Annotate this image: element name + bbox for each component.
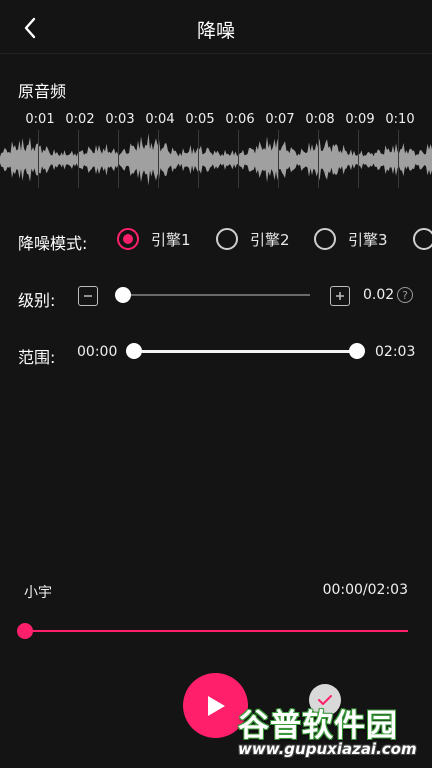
range-start-handle[interactable] [126, 343, 142, 359]
time-tick-line [318, 130, 319, 188]
time-tick-line [78, 130, 79, 188]
question-icon[interactable]: ? [397, 287, 413, 303]
time-tick-label: 0:09 [345, 112, 375, 127]
time-tick-label: 0:03 [105, 112, 135, 127]
radio-selected-icon [117, 228, 139, 250]
level-increase-button[interactable] [330, 286, 350, 306]
level-slider-knob[interactable] [115, 287, 131, 303]
time-tick-label: 0:02 [65, 112, 95, 127]
level-label: 级别: [18, 291, 56, 310]
time-tick-line [238, 130, 239, 188]
time-tick-line [278, 130, 279, 188]
time-tick-line [398, 130, 399, 188]
waveform-graphic [0, 133, 432, 186]
app-header: 降噪 [0, 0, 432, 54]
playback-progress-bar[interactable] [24, 630, 408, 632]
track-name: 小宇 [24, 585, 52, 601]
level-value: 0.02 [363, 287, 395, 303]
engine-2-radio[interactable]: 引擎2 [216, 227, 290, 251]
time-tick-line [158, 130, 159, 188]
engine-3-label: 引擎3 [348, 230, 388, 249]
time-tick-label: 0:06 [225, 112, 255, 127]
noise-reduction-screen: 降噪 原音频 0:01 0:02 0:03 0:04 0:05 0:06 0:07 0:08 0… [0, 0, 432, 768]
plus-icon [336, 292, 344, 300]
time-tick-label: 0:04 [145, 112, 175, 127]
level-slider-track[interactable] [123, 294, 310, 296]
original-waveform[interactable]: 0:01 0:02 0:03 0:04 0:05 0:06 0:07 0:08 0:09 0:10 [0, 106, 432, 190]
minus-icon [84, 295, 92, 297]
range-start-time: 00:00 [77, 344, 118, 360]
time-tick-label: 0:10 [385, 112, 415, 127]
watermark-url: www.gupuxiazai.com [238, 740, 417, 758]
watermark-logo: 谷普软件园 www.gupuxiazai.com [236, 700, 432, 768]
engine-1-radio[interactable]: 引擎1 [117, 227, 191, 251]
level-decrease-button[interactable] [78, 286, 98, 306]
engine-1-label: 引擎1 [151, 230, 191, 249]
radio-unselected-icon [413, 228, 432, 250]
time-tick-line [198, 130, 199, 188]
track-time: 00:00/02:03 [322, 582, 408, 598]
time-tick-label: 0:07 [265, 112, 295, 127]
engine-2-label: 引擎2 [250, 230, 290, 249]
range-slider-track[interactable] [134, 350, 357, 353]
page-title: 降噪 [196, 20, 235, 42]
time-tick-label: 0:01 [25, 112, 55, 127]
range-label: 范围: [18, 348, 56, 367]
time-tick-line [358, 130, 359, 188]
time-tick-line [118, 130, 119, 188]
radio-unselected-icon [314, 228, 336, 250]
time-tick-label: 0:05 [185, 112, 215, 127]
original-audio-label: 原音频 [18, 82, 67, 101]
play-icon [207, 695, 225, 716]
engine-3-radio[interactable]: 引擎3 [314, 227, 388, 251]
radio-unselected-icon [216, 228, 238, 250]
engine-4-radio[interactable] [413, 227, 432, 251]
time-tick-line [38, 130, 39, 188]
time-tick-label: 0:08 [305, 112, 335, 127]
range-end-handle[interactable] [349, 343, 365, 359]
range-end-time: 02:03 [375, 344, 416, 360]
watermark-name: 谷普软件园 [238, 708, 398, 744]
noise-mode-label: 降噪模式: [18, 234, 88, 253]
playback-progress-knob[interactable] [17, 623, 33, 639]
